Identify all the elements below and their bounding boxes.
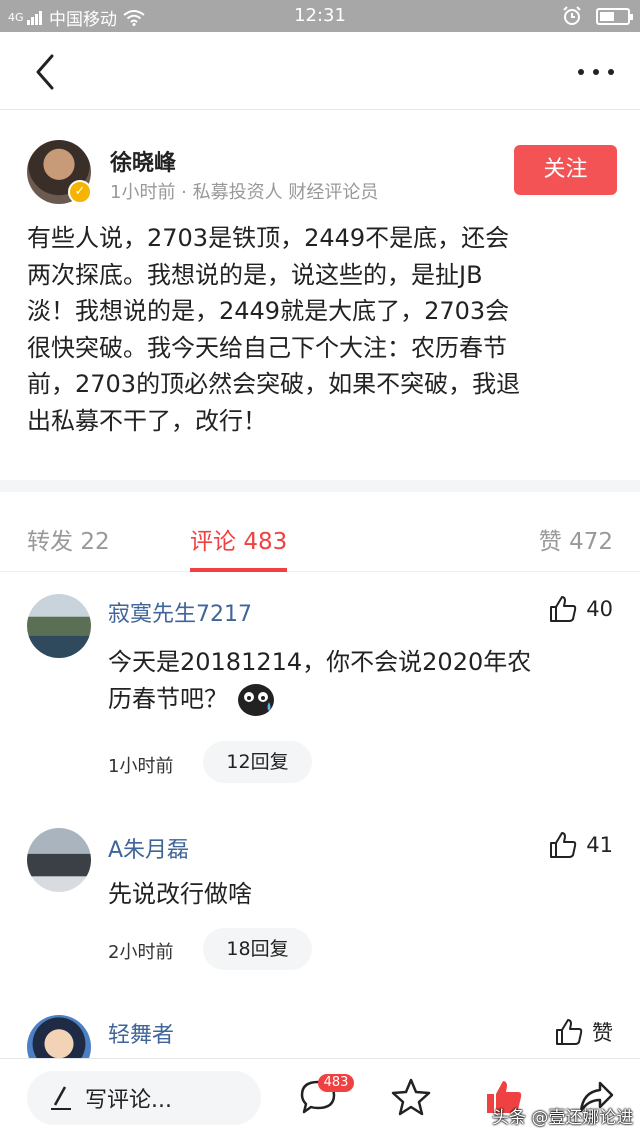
like-button[interactable]: 41 xyxy=(548,830,613,860)
comment-line: 历春节吧？ xyxy=(108,681,608,718)
tab-comments[interactable]: 评论 483 xyxy=(190,522,287,556)
like-count: 41 xyxy=(586,833,613,857)
comment-time: 1小时前 xyxy=(108,756,174,777)
verified-badge-icon: ✓ xyxy=(68,180,92,204)
like-count: 40 xyxy=(586,597,613,621)
bottom-bar: 写评论... 483 头条 @壹还娜论进 xyxy=(0,1058,640,1138)
post-line: 出私募不干了，改行！ xyxy=(27,406,267,435)
tab-likes-label: 赞 xyxy=(538,529,562,555)
post-line: 两次探底。我想说的是，说这些的，是扯JB xyxy=(27,260,483,289)
avatar[interactable] xyxy=(27,828,91,892)
section-divider xyxy=(0,480,640,492)
author-name[interactable]: 徐晓峰 xyxy=(110,145,176,177)
tab-likes-count: 472 xyxy=(569,529,613,555)
comment-line: 今天是20181214，你不会说2020年农 xyxy=(108,648,532,676)
alarm-icon xyxy=(563,6,581,25)
post-body: 有些人说，2703是铁顶，2449不是底，还会 两次探底。我想说的是，说这些的，… xyxy=(27,220,617,439)
comment-author[interactable]: 轻舞者 xyxy=(108,1017,174,1049)
author-meta: 1小时前 · 私募投资人 财经评论员 xyxy=(110,182,379,203)
comment-text: 今天是20181214，你不会说2020年农 历春节吧？ xyxy=(108,644,608,718)
follow-button[interactable]: 关注 xyxy=(514,145,617,195)
watermark: 头条 @壹还娜论进 xyxy=(492,1108,634,1128)
clock: 12:31 xyxy=(294,5,346,26)
pencil-icon xyxy=(51,1086,71,1110)
comment-line-text: 历春节吧？ xyxy=(108,685,228,713)
tab-repost-label: 转发 xyxy=(27,529,73,555)
post-line: 淡！我想说的是，2449就是大底了，2703会 xyxy=(27,297,510,325)
tab-repost-count: 22 xyxy=(80,529,110,555)
comment-author[interactable]: A朱月磊 xyxy=(108,832,189,864)
thumbs-up-icon xyxy=(550,596,577,622)
tab-active-indicator xyxy=(190,568,287,572)
reply-count-button[interactable]: 12回复 xyxy=(203,741,312,783)
reply-count-button[interactable]: 18回复 xyxy=(203,928,312,970)
comment-input-placeholder: 写评论... xyxy=(85,1088,172,1113)
battery-icon xyxy=(596,7,633,25)
comment-time: 2小时前 xyxy=(108,942,174,963)
comment-count-badge: 483 xyxy=(318,1074,354,1092)
tab-comments-label: 评论 xyxy=(190,529,236,555)
comment-input[interactable]: 写评论... xyxy=(27,1071,261,1125)
author-header: ✓ 徐晓峰 1小时前 · 私募投资人 财经评论员 关注 xyxy=(0,110,640,210)
comment-author[interactable]: 寂寞先生7217 xyxy=(108,596,252,628)
comment-text: 先说改行做啥 xyxy=(108,876,608,913)
more-dots-icon[interactable] xyxy=(576,62,616,82)
tab-repost[interactable]: 转发 22 xyxy=(27,522,110,556)
status-bar: 4G 中国移动 12:31 xyxy=(0,0,640,32)
thumbs-up-icon xyxy=(556,1019,583,1045)
comment-line: 先说改行做啥 xyxy=(108,880,252,908)
tab-comments-count: 483 xyxy=(243,529,288,555)
sweat-emoji-icon xyxy=(237,684,274,716)
star-icon[interactable] xyxy=(391,1077,431,1117)
chevron-left-icon[interactable] xyxy=(30,52,60,92)
like-label: 赞 xyxy=(592,1021,613,1045)
tab-bar: 转发 22 评论 483 赞 472 xyxy=(0,492,640,572)
like-button[interactable]: 40 xyxy=(548,594,613,624)
tab-likes[interactable]: 赞 472 xyxy=(539,522,613,556)
post-line: 有些人说，2703是铁顶，2449不是底，还会 xyxy=(27,224,510,252)
avatar[interactable] xyxy=(27,594,91,658)
like-button[interactable]: 赞 xyxy=(554,1017,613,1047)
thumbs-up-icon xyxy=(550,832,577,858)
post-line: 前，2703的顶必然会突破，如果不突破，我退 xyxy=(27,370,521,398)
nav-bar xyxy=(0,32,640,110)
post-line: 很快突破。我今天给自己下个大注：农历春节 xyxy=(27,333,507,362)
